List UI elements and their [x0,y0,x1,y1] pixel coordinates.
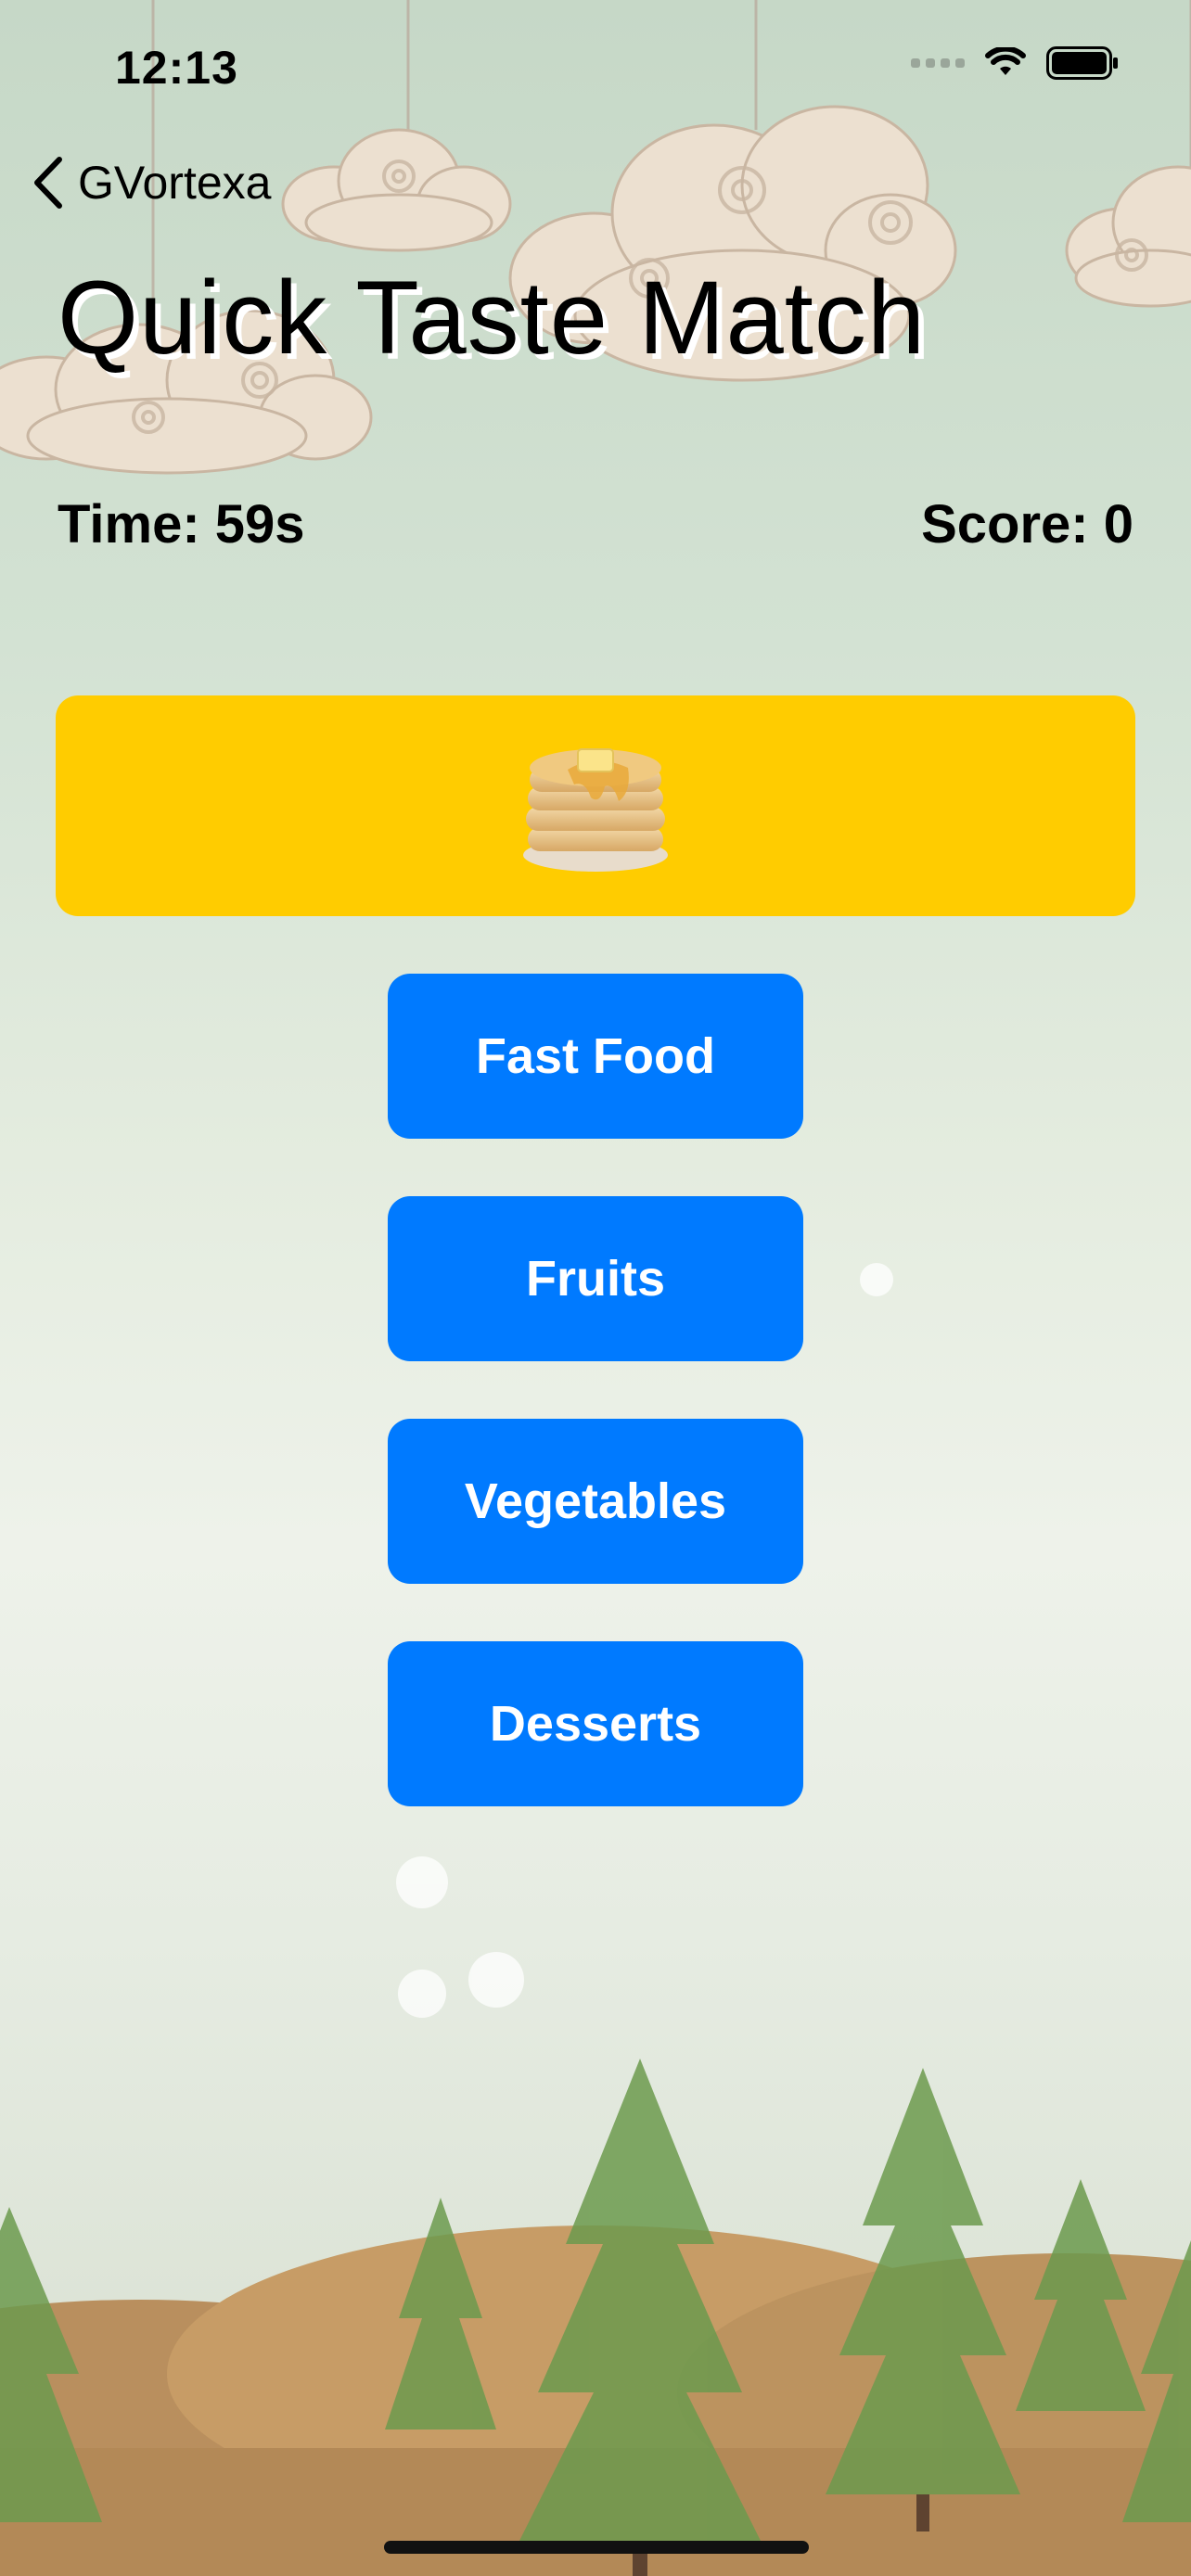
chevron-left-icon [34,157,62,209]
choice-button-desserts[interactable]: Desserts [388,1641,803,1806]
status-time: 12:13 [115,42,238,94]
wifi-icon [985,47,1026,75]
timer-label: Time: 59s [58,494,305,555]
status-icons [911,46,1119,80]
back-button-label: GVortexa [78,157,272,209]
back-button[interactable]: GVortexa [32,156,271,210]
score-label: Score: 0 [921,494,1133,555]
choice-button-fast-food[interactable]: Fast Food [388,974,803,1139]
battery-icon [1046,46,1118,80]
food-prompt-card [56,695,1135,916]
choice-button-vegetables[interactable]: Vegetables [388,1419,803,1584]
home-indicator[interactable] [384,2541,809,2554]
cloud-far-right-decoration [1065,165,1191,308]
choice-button-fruits[interactable]: Fruits [388,1196,803,1361]
pancakes-icon [523,748,668,872]
cellular-signal-icon [911,58,965,68]
page-title: Quick Taste Match [58,260,927,376]
